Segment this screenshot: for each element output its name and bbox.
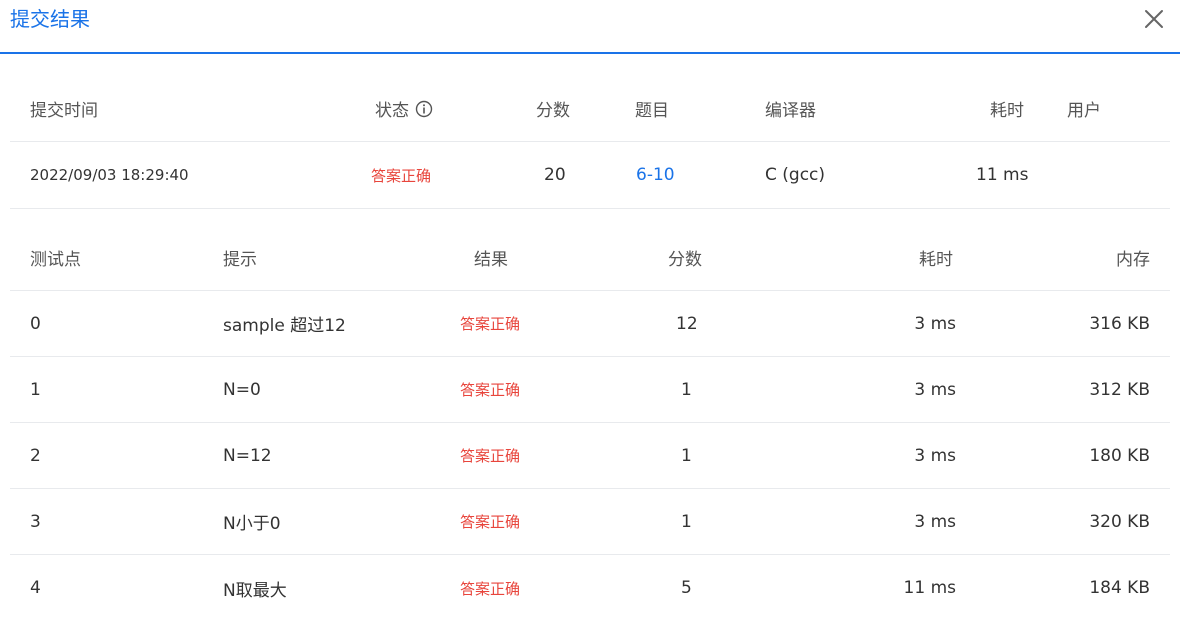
test-result: 答案正确 xyxy=(460,315,521,333)
submission-elapsed: 11 ms xyxy=(976,165,1029,185)
test-score: 1 xyxy=(681,511,692,532)
tests-header-row: 测试点 提示 结果 分数 耗时 内存 xyxy=(10,224,1170,291)
info-icon[interactable] xyxy=(415,100,433,118)
test-memory: 180 KB xyxy=(1089,445,1150,466)
test-score: 5 xyxy=(681,578,692,598)
test-memory: 184 KB xyxy=(1089,578,1150,598)
test-elapsed: 3 ms xyxy=(914,445,956,466)
test-case-id: 1 xyxy=(30,379,41,400)
table-row: 0 sample 超过12 答案正确 12 3 ms 316 KB xyxy=(10,291,1170,357)
test-score: 1 xyxy=(681,445,692,466)
summary-header-problem: 题目 xyxy=(635,101,669,121)
tests-header-case: 测试点 xyxy=(30,249,81,270)
test-memory: 320 KB xyxy=(1089,511,1150,532)
test-elapsed: 3 ms xyxy=(914,511,956,532)
tests-header-hint: 提示 xyxy=(223,249,257,270)
tests-header-score: 分数 xyxy=(668,249,702,270)
test-score: 1 xyxy=(681,379,692,400)
test-memory: 316 KB xyxy=(1089,313,1150,334)
summary-header-time: 提交时间 xyxy=(30,101,98,121)
submission-compiler: C (gcc) xyxy=(765,165,826,185)
summary-header-user: 用户 xyxy=(1067,101,1101,121)
test-elapsed: 3 ms xyxy=(914,313,956,334)
submission-status: 答案正确 xyxy=(371,166,432,185)
summary-row: 2022/09/03 18:29:40 答案正确 20 6-10 C (gcc)… xyxy=(10,142,1170,209)
tests-header-memory: 内存 xyxy=(1116,249,1150,270)
summary-header-compiler: 编译器 xyxy=(765,101,816,121)
submission-result-dialog: 提交结果 提交时间 状态 分数 题目 编译器 耗时 用户 2022/09/03 … xyxy=(0,0,1180,621)
submission-score: 20 xyxy=(544,165,566,185)
problem-link[interactable]: 6-10 xyxy=(636,142,675,208)
dialog-header: 提交结果 xyxy=(0,0,1180,54)
summary-header-row: 提交时间 状态 分数 题目 编译器 耗时 用户 xyxy=(10,76,1170,142)
test-result: 答案正确 xyxy=(460,447,521,465)
close-button[interactable] xyxy=(1142,7,1166,31)
dialog-title: 提交结果 xyxy=(10,7,90,31)
table-row: 4 N取最大 答案正确 5 11 ms 184 KB xyxy=(10,555,1170,621)
table-row: 3 N小于0 答案正确 1 3 ms 320 KB xyxy=(10,489,1170,555)
submission-time: 2022/09/03 18:29:40 xyxy=(30,166,189,184)
test-hint: N小于0 xyxy=(223,514,281,534)
test-memory: 312 KB xyxy=(1089,379,1150,400)
test-hint: sample 超过12 xyxy=(223,316,346,336)
tests-header-elapsed: 耗时 xyxy=(919,249,953,270)
summary-header-status: 状态 xyxy=(375,76,433,141)
test-hint: N取最大 xyxy=(223,580,287,601)
test-case-id: 2 xyxy=(30,445,41,466)
test-case-id: 0 xyxy=(30,313,41,334)
test-hint: N=0 xyxy=(223,379,261,400)
table-row: 2 N=12 答案正确 1 3 ms 180 KB xyxy=(10,423,1170,489)
test-result: 答案正确 xyxy=(460,381,521,399)
summary-header-status-label: 状态 xyxy=(375,101,409,121)
table-row: 1 N=0 答案正确 1 3 ms 312 KB xyxy=(10,357,1170,423)
test-elapsed: 11 ms xyxy=(903,578,956,598)
test-hint: N=12 xyxy=(223,445,272,466)
test-elapsed: 3 ms xyxy=(914,379,956,400)
test-result: 答案正确 xyxy=(460,579,521,598)
close-icon xyxy=(1145,10,1163,28)
test-result: 答案正确 xyxy=(460,513,521,531)
test-case-id: 3 xyxy=(30,511,41,532)
test-case-id: 4 xyxy=(30,578,41,598)
summary-header-elapsed: 耗时 xyxy=(990,101,1024,121)
test-score: 12 xyxy=(676,313,698,334)
tests-header-result: 结果 xyxy=(474,249,508,270)
summary-header-score: 分数 xyxy=(536,101,570,121)
